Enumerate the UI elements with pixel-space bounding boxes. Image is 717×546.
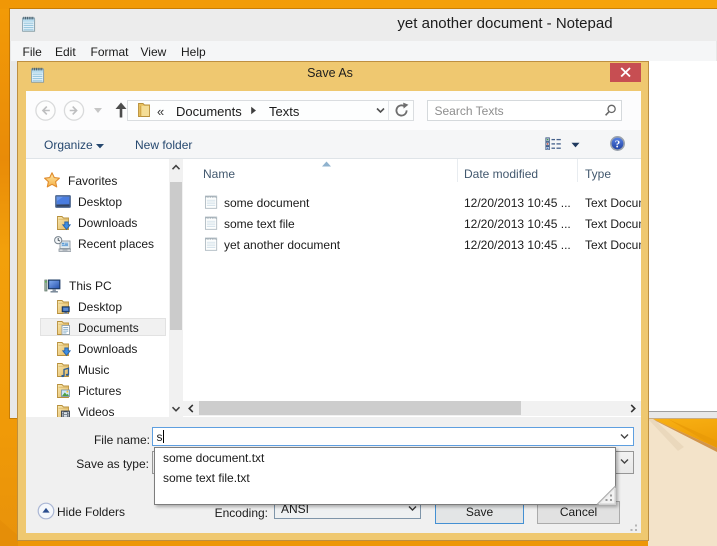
svg-text:?: ? — [615, 138, 621, 150]
